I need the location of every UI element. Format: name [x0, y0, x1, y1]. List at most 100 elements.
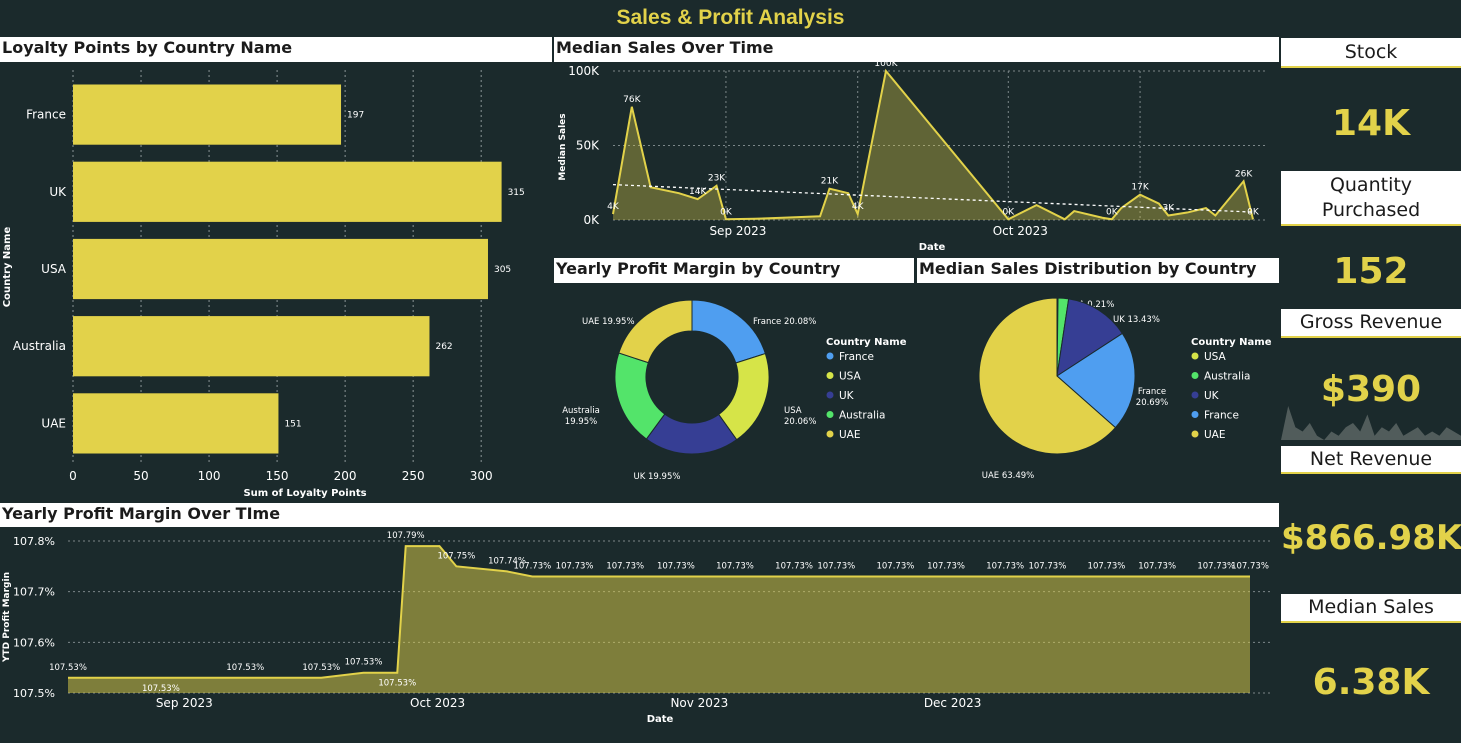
- legend-marker: [1191, 411, 1199, 418]
- point-data-label: 107.53%: [302, 663, 340, 673]
- slice-data-label: UK 19.95%: [634, 472, 681, 482]
- legend-marker: [826, 372, 834, 379]
- profit-margin-time-title: Yearly Profit Margin Over TIme: [0, 503, 1279, 527]
- point-data-label: 0K: [1002, 207, 1015, 217]
- legend-marker: [826, 430, 834, 438]
- x-axis-title: Sum of Loyalty Points: [243, 488, 366, 499]
- legend-marker: [826, 411, 834, 418]
- y-axis-title: Country Name: [2, 227, 13, 308]
- stock-kpi-label: Stock: [1281, 38, 1461, 68]
- y-tick-label: 107.5%: [13, 687, 55, 700]
- point-data-label: 107.73%: [556, 561, 594, 571]
- point-data-label: 26K: [1235, 169, 1253, 179]
- country-tick-label: USA: [41, 262, 67, 276]
- gross-revenue-kpi-label: Gross Revenue: [1281, 309, 1461, 338]
- loyalty-bar: [73, 84, 342, 145]
- loyalty-bar: [73, 316, 430, 377]
- x-tick-label: Nov 2023: [670, 696, 728, 710]
- median-sales-kpi-label: Median Sales: [1281, 594, 1461, 623]
- dashboard-title: Sales & Profit Analysis: [0, 0, 1461, 36]
- y-axis-title: Median Sales: [558, 113, 568, 180]
- legend-label: France: [1204, 410, 1239, 422]
- point-data-label: 107.53%: [226, 663, 264, 673]
- slice-data-label: 19.95%: [565, 417, 597, 427]
- x-tick-label: 300: [470, 469, 493, 483]
- point-data-label: 107.73%: [1088, 561, 1126, 571]
- bar-data-label: 262: [435, 342, 452, 352]
- point-data-label: 0K: [720, 207, 733, 217]
- point-data-label: 21K: [821, 177, 839, 187]
- point-data-label: 14K: [689, 187, 707, 197]
- profit-margin-country-title: Yearly Profit Margin by Country: [554, 258, 914, 283]
- point-data-label: 107.73%: [657, 561, 695, 571]
- legend-label: UK: [1204, 390, 1220, 402]
- point-data-label: 107.73%: [817, 561, 855, 571]
- x-tick-label: 0: [69, 469, 77, 483]
- x-tick-label: 50: [133, 469, 148, 483]
- net-revenue-kpi-label: Net Revenue: [1281, 446, 1461, 474]
- donut-slice: [618, 299, 693, 364]
- point-data-label: 107.53%: [345, 658, 383, 668]
- legend-label: USA: [839, 371, 862, 383]
- point-data-label: 107.73%: [775, 561, 813, 571]
- point-data-label: 107.53%: [142, 684, 180, 694]
- y-tick-label: 107.6%: [13, 636, 55, 649]
- x-tick-label: 200: [334, 469, 357, 483]
- country-tick-label: UAE: [41, 416, 66, 430]
- legend-label: Australia: [1204, 371, 1250, 383]
- x-tick-label: 250: [402, 469, 425, 483]
- median-sales-area-chart: 0K 50K 100K Sep 2023 Oct 2023 4K 76K 14K23K 0K 21…: [558, 62, 1266, 253]
- point-data-label: 107.73%: [1028, 561, 1066, 571]
- sales-distribution-title: Median Sales Distribution by Country: [917, 258, 1279, 283]
- legend-marker: [1191, 430, 1199, 438]
- quantity-kpi-value: 152: [1333, 251, 1409, 292]
- bar-data-label: 305: [494, 265, 511, 275]
- legend-label: UAE: [1204, 429, 1226, 441]
- bar-data-label: 197: [347, 111, 364, 121]
- country-tick-label: UK: [49, 185, 67, 199]
- net-revenue-kpi-value: $866.98K: [1281, 518, 1461, 558]
- slice-data-label: UK 13.43%: [1113, 315, 1160, 325]
- y-tick-label: 0K: [583, 213, 600, 227]
- legend-label: Australia: [839, 410, 885, 422]
- loyalty-chart-title: Loyalty Points by Country Name: [0, 37, 552, 62]
- point-data-label: 100K: [874, 62, 898, 69]
- point-data-label: 107.73%: [1197, 561, 1235, 571]
- point-data-label: 107.73%: [927, 561, 965, 571]
- loyalty-bar: [73, 238, 488, 300]
- point-data-label: 107.73%: [606, 561, 644, 571]
- loyalty-bar: [73, 393, 279, 454]
- slice-data-label: USA: [784, 406, 802, 416]
- y-tick-label: 107.8%: [13, 535, 55, 548]
- point-data-label: 0K: [1247, 207, 1260, 217]
- point-data-label: 107.73%: [1231, 561, 1269, 571]
- point-data-label: 107.53%: [49, 663, 87, 673]
- bar-data-label: 315: [508, 188, 525, 198]
- x-tick-label: Oct 2023: [410, 696, 465, 710]
- point-data-label: 107.75%: [437, 551, 475, 561]
- y-tick-label: 100K: [568, 64, 600, 78]
- point-data-label: 17K: [1131, 183, 1149, 193]
- country-tick-label: Australia: [13, 339, 66, 353]
- y-tick-label: 107.7%: [13, 586, 55, 599]
- x-axis-title: Date: [647, 714, 674, 724]
- point-data-label: 4K: [607, 202, 620, 212]
- legend-title: Country Name: [826, 337, 907, 348]
- profit-margin-area-chart: 107.5% 107.6% 107.7% 107.8% Sep 2023 Oct 2023…: [2, 531, 1270, 724]
- point-data-label: 107.73%: [986, 561, 1024, 571]
- bar-data-label: 151: [284, 419, 301, 429]
- x-tick-label: Dec 2023: [924, 696, 982, 710]
- x-tick-label: 150: [266, 469, 289, 483]
- point-data-label: 4K: [852, 202, 865, 212]
- slice-data-label: France: [1138, 387, 1166, 397]
- point-data-label: 107.79%: [387, 531, 425, 541]
- point-data-label: 0K: [1106, 207, 1119, 217]
- x-tick-label: Oct 2023: [993, 224, 1048, 238]
- slice-data-label: UAE 63.49%: [982, 471, 1035, 481]
- legend-label: UAE: [839, 429, 861, 441]
- stock-kpi-value: 14K: [1332, 103, 1410, 144]
- point-data-label: 107.73%: [513, 561, 551, 571]
- median-sales-kpi-value: 6.38K: [1312, 662, 1430, 703]
- profit-margin-donut-chart: France 20.08%USA20.06%UK 19.95%Australia…: [562, 299, 907, 482]
- legend-label: USA: [1204, 351, 1227, 363]
